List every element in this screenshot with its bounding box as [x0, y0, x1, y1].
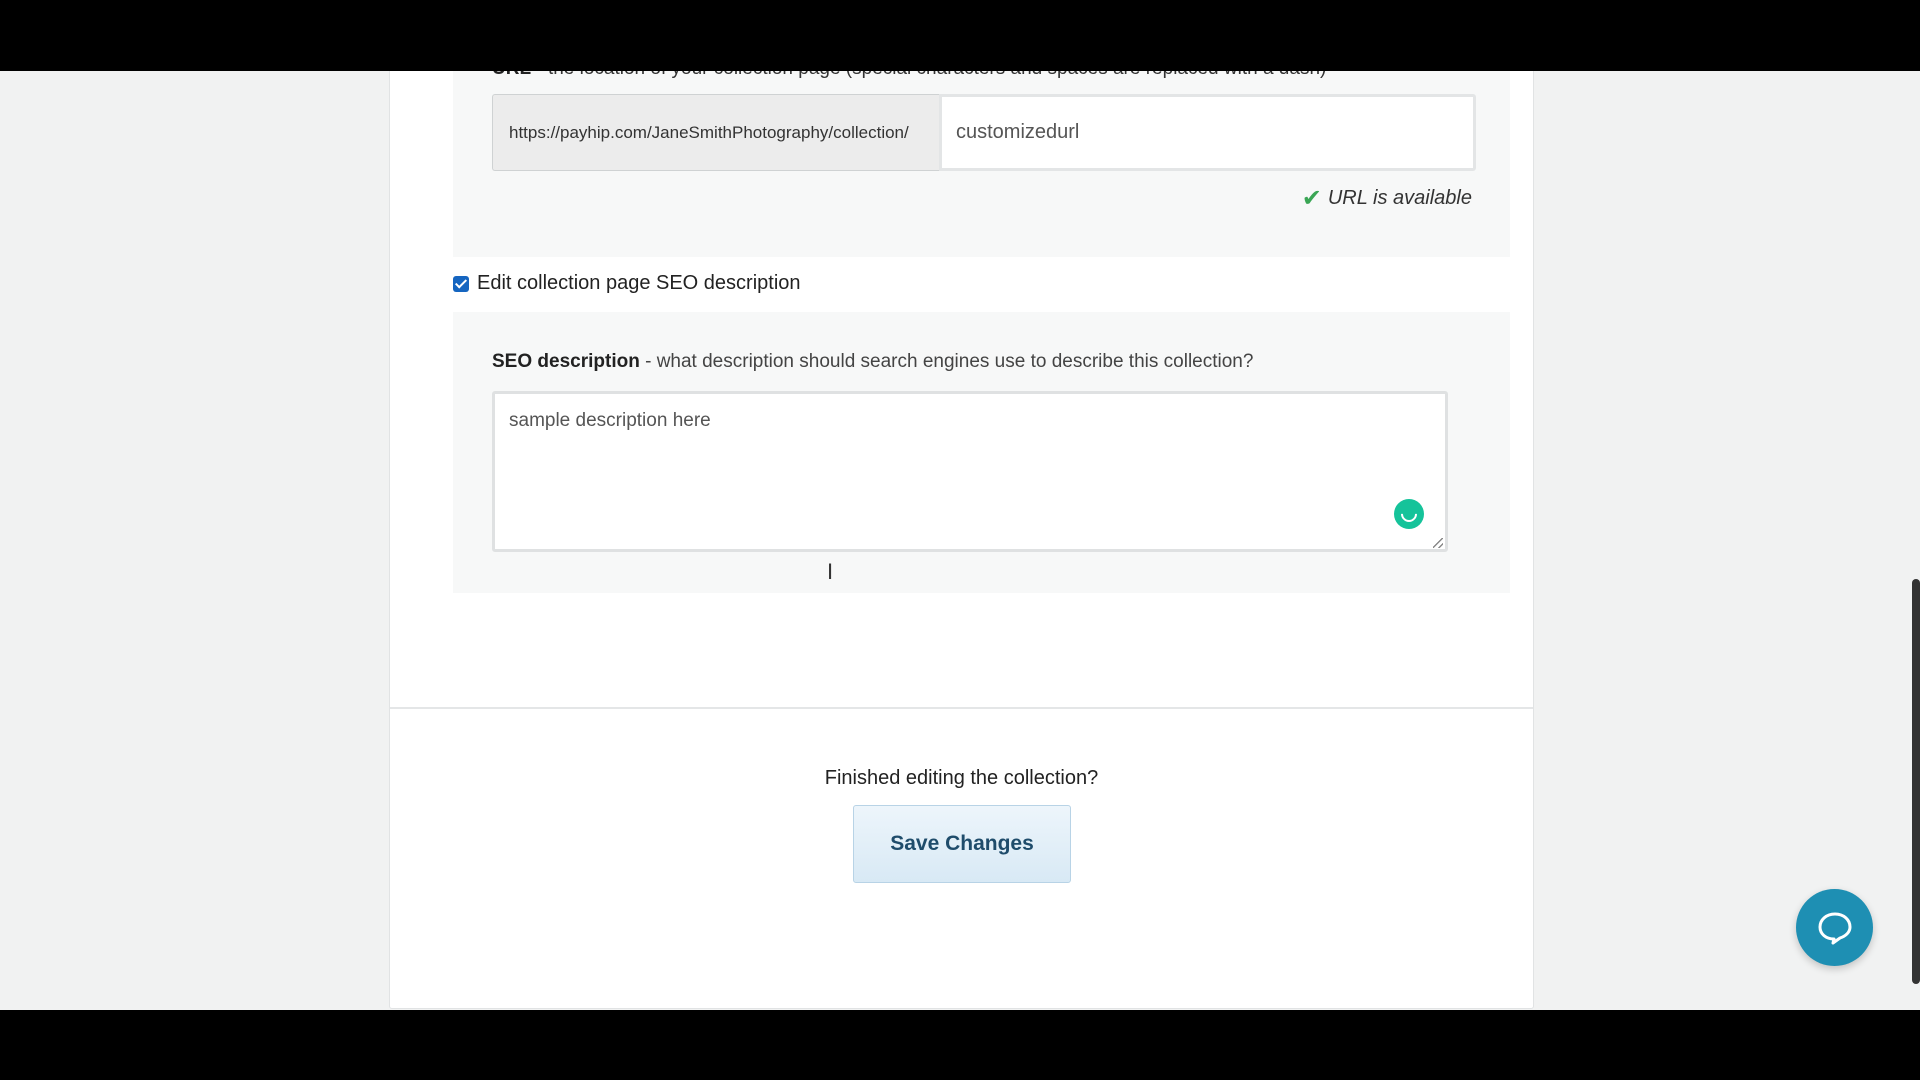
url-section: URL - the location of your collection pa… [453, 71, 1510, 257]
url-label-hint: - the location of your collection page (… [531, 71, 1326, 79]
scrollbar-thumb[interactable] [1912, 579, 1920, 984]
collection-edit-card: URL - the location of your collection pa… [389, 71, 1534, 1009]
seo-label-hint: - what description should search engines… [639, 351, 1254, 372]
url-status-text: URL is available [1327, 187, 1472, 209]
resize-handle-icon[interactable] [1433, 538, 1443, 548]
url-prefix: https://payhip.com/JaneSmithPhotography/… [492, 94, 939, 171]
grammarly-icon[interactable] [1394, 499, 1424, 529]
divider [390, 707, 1533, 709]
url-status: ✔ URL is available [1302, 184, 1472, 213]
finished-prompt: Finished editing the collection? [824, 767, 1099, 789]
seo-label: SEO description - what description shoul… [492, 351, 1253, 373]
seo-section: SEO description - what description shoul… [453, 312, 1510, 593]
url-label: URL - the location of your collection pa… [492, 71, 1326, 80]
seo-description-textarea[interactable]: sample description here [492, 391, 1448, 552]
page-viewport: URL - the location of your collection pa… [0, 71, 1920, 1010]
seo-checkbox[interactable] [453, 275, 469, 292]
check-icon: ✔ [1301, 185, 1322, 212]
seo-label-bold: SEO description [492, 351, 640, 372]
url-input-group: https://payhip.com/JaneSmithPhotography/… [492, 94, 1476, 171]
url-label-bold: URL [492, 71, 531, 79]
seo-checkbox-row[interactable]: Edit collection page SEO description [453, 272, 801, 295]
scrollbar[interactable] [1912, 71, 1920, 1010]
seo-checkbox-label[interactable]: Edit collection page SEO description [477, 272, 801, 295]
bottom-letterbox [0, 1010, 1920, 1080]
url-slug-input[interactable] [939, 94, 1476, 171]
text-cursor-icon: I [827, 559, 834, 584]
chat-button[interactable] [1796, 889, 1873, 966]
chat-bubble-icon [1818, 912, 1851, 944]
top-letterbox [0, 0, 1920, 71]
save-changes-button[interactable]: Save Changes [853, 805, 1071, 883]
